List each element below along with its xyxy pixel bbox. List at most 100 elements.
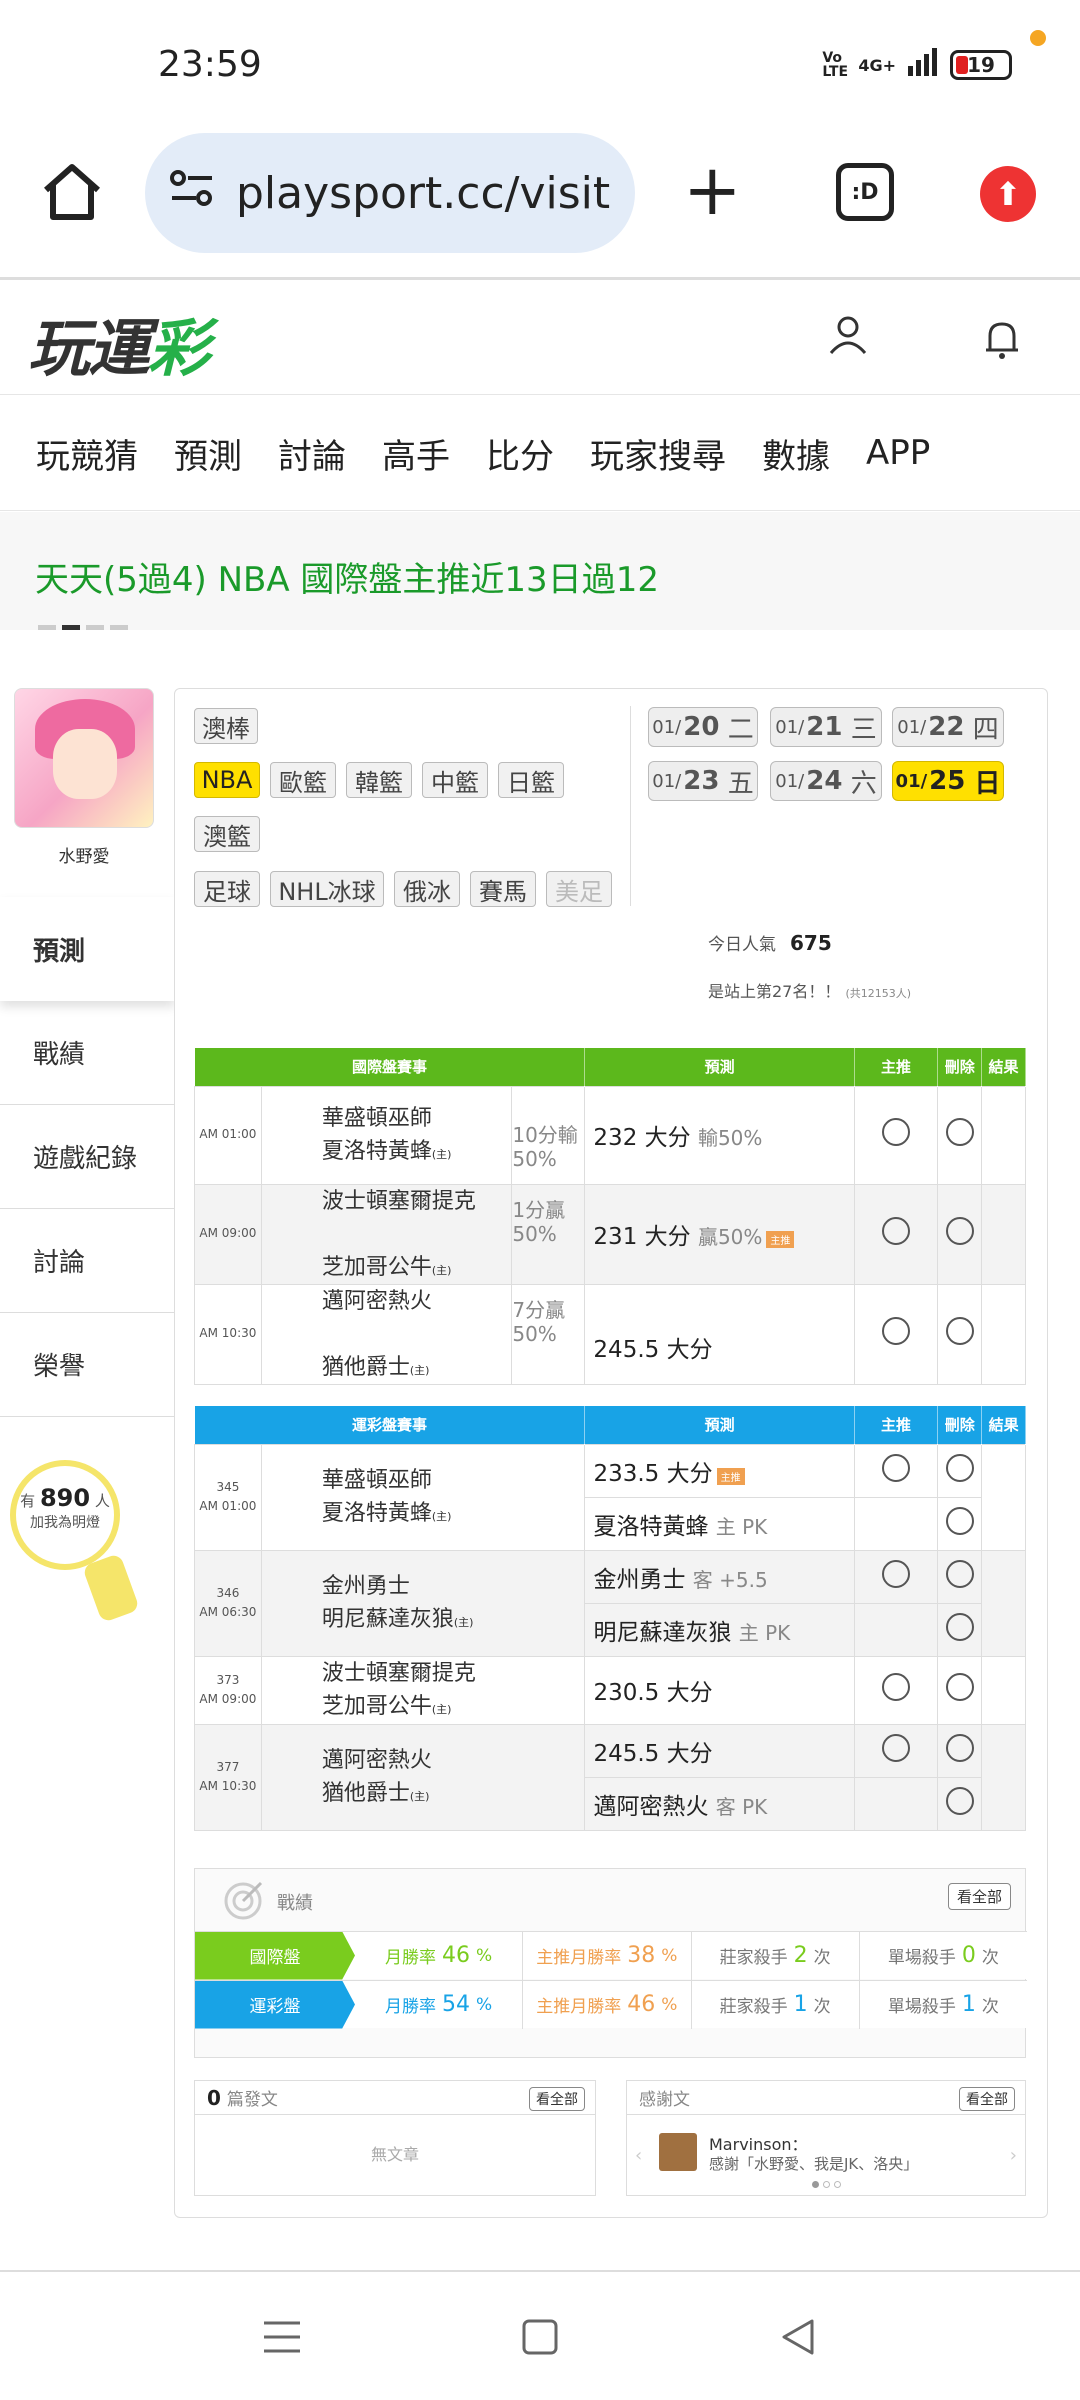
username[interactable]: 水野愛 [0, 842, 168, 867]
main-pick-radio[interactable] [853, 1085, 939, 1185]
sport-tab[interactable]: 賽馬 [470, 871, 536, 907]
posts-box: 0 篇發文 看全部 無文章 [194, 2080, 596, 2196]
volte-icon: Vo LTE [822, 50, 849, 80]
teams: 華盛頓巫師 夏洛特黃蜂(主) [260, 1085, 513, 1185]
col-header: 預測 [584, 1048, 855, 1086]
sport-tab[interactable]: 中籃 [422, 762, 488, 798]
delete-radio[interactable] [937, 1085, 983, 1185]
result-cell [981, 1443, 1026, 1551]
delete-radio[interactable] [937, 1602, 983, 1657]
next-arrow-icon[interactable]: › [1010, 2145, 1017, 2166]
main-pick-radio[interactable] [853, 1443, 939, 1498]
game-time: AM 01:00 [194, 1085, 262, 1185]
main-pick-radio[interactable] [853, 1723, 939, 1778]
date-button[interactable]: 01/23 五 [648, 761, 758, 801]
col-header: 主推 [854, 1406, 939, 1444]
teams: 華盛頓巫師 夏洛特黃蜂(主) [260, 1443, 586, 1551]
delete-radio[interactable] [937, 1443, 983, 1498]
address-bar[interactable]: playsport.cc/visit [145, 133, 635, 253]
date-button[interactable]: 01/22 四 [892, 707, 1004, 747]
delete-radio[interactable] [937, 1283, 983, 1385]
delete-radio[interactable] [937, 1183, 983, 1285]
sport-tab[interactable]: NHL冰球 [270, 871, 384, 907]
odds: 1分贏 50% [511, 1183, 586, 1285]
record-section: 戰績 看全部 國際盤 月勝率 46% 主推月勝率 38% 莊家殺手 2 次 單場殺手 0 次… [194, 1868, 1027, 2058]
home-icon[interactable] [40, 162, 104, 226]
sport-tab[interactable]: 足球 [194, 871, 260, 907]
nav-item[interactable]: 數據 [726, 429, 830, 478]
nav-item[interactable]: 玩家搜尋 [554, 429, 726, 478]
new-tab-button[interactable]: + [683, 155, 742, 225]
main-pick-radio[interactable] [853, 1549, 939, 1604]
url-text[interactable]: playsport.cc/visit [236, 168, 610, 219]
avatar[interactable] [14, 688, 154, 828]
game-time: AM 09:00 [194, 1183, 262, 1285]
side-menu-item[interactable]: 討論 [0, 1209, 175, 1313]
sport-tab[interactable]: 韓籃 [346, 762, 412, 798]
back-icon[interactable] [778, 2317, 818, 2361]
bell-icon[interactable] [982, 318, 1022, 364]
house-killer: 莊家殺手 1 次 [692, 1980, 860, 2029]
nav-item[interactable]: 討論 [242, 429, 346, 478]
lightbulb-icon [81, 1552, 141, 1624]
view-all-button[interactable]: 看全部 [947, 1883, 1011, 1910]
tab-switcher-button[interactable]: :D [836, 163, 894, 221]
side-menu-item[interactable]: 戰績 [0, 1001, 175, 1105]
main-pick-radio[interactable] [853, 1283, 939, 1385]
view-all-button[interactable]: 看全部 [959, 2087, 1015, 2111]
menu-icon[interactable] [262, 2317, 302, 2361]
date-button-selected[interactable]: 01/25 日 [892, 761, 1004, 801]
thanks-box: 感謝文 看全部 ‹ › Marvinson： 感謝「水野愛、我是JK、洛央」 [626, 2080, 1026, 2196]
nav-item[interactable]: 高手 [346, 429, 450, 478]
main-pick-cell [853, 1776, 939, 1831]
carousel-dots [38, 625, 128, 630]
sport-tab[interactable]: NBA [194, 762, 260, 798]
main-pick-radio[interactable] [853, 1183, 939, 1285]
home-square-icon[interactable] [520, 2317, 560, 2361]
delete-radio[interactable] [937, 1549, 983, 1604]
result-cell [981, 1655, 1026, 1725]
delete-radio[interactable] [937, 1776, 983, 1831]
target-icon [223, 1879, 265, 1925]
record-title: 戰績 [277, 1893, 313, 1914]
date-button[interactable]: 01/21 三 [770, 707, 882, 747]
nav-item[interactable]: 預測 [138, 429, 242, 478]
side-menu-item[interactable]: 預測 [0, 897, 175, 1001]
sport-tab[interactable]: 歐籃 [270, 762, 336, 798]
banner-text[interactable]: 天天(5過4) NBA 國際盤主推近13日過12 [35, 552, 659, 601]
table-row: 345 AM 01:00 華盛頓巫師 夏洛特黃蜂(主) 233.5 大分 主推 [194, 1443, 1026, 1551]
prediction: 233.5 大分 主推 [584, 1443, 855, 1498]
view-all-button[interactable]: 看全部 [529, 2087, 585, 2111]
sport-tab[interactable]: 日籃 [498, 762, 564, 798]
nav-item[interactable]: APP [830, 433, 930, 473]
odds: 7分贏 50% [511, 1283, 586, 1385]
site-settings-icon[interactable] [170, 168, 214, 219]
nav-item[interactable]: 玩競猜 [0, 429, 138, 478]
marquee-banner[interactable]: 天天(5過4) NBA 國際盤主推近13日過12 [0, 512, 1080, 630]
thanks-user[interactable]: Marvinson： [709, 2131, 808, 2155]
main-pick-cell [853, 1602, 939, 1657]
game-time: 346 AM 06:30 [194, 1549, 262, 1657]
side-menu-item[interactable]: 遊戲紀錄 [0, 1105, 175, 1209]
delete-radio[interactable] [937, 1723, 983, 1778]
sport-tab[interactable]: 澳棒 [194, 708, 258, 744]
delete-radio[interactable] [937, 1496, 983, 1551]
date-button[interactable]: 01/20 二 [648, 707, 758, 747]
date-button[interactable]: 01/24 六 [770, 761, 882, 801]
sport-tab[interactable]: 俄冰 [394, 871, 460, 907]
side-menu-item[interactable]: 榮譽 [0, 1313, 175, 1417]
col-header: 結果 [981, 1406, 1026, 1444]
main-nav: 玩競猜 預測 討論 高手 比分 玩家搜尋 數據 APP [0, 396, 1080, 511]
sport-tab[interactable]: 澳籃 [194, 816, 260, 852]
user-icon[interactable] [828, 315, 868, 359]
user-avatar[interactable] [659, 2133, 697, 2171]
site-logo[interactable]: 玩運彩 [28, 298, 210, 388]
update-icon[interactable]: ⬆ [980, 166, 1036, 222]
network-label: 4G+ [858, 55, 896, 75]
main-pick-radio[interactable] [853, 1655, 939, 1725]
delete-radio[interactable] [937, 1655, 983, 1725]
prev-arrow-icon[interactable]: ‹ [635, 2145, 642, 2166]
single-killer: 單場殺手 0 次 [887, 1943, 999, 1968]
fans-badge[interactable]: 有 890 人 加我為明燈 [10, 1460, 141, 1624]
nav-item[interactable]: 比分 [450, 429, 554, 478]
